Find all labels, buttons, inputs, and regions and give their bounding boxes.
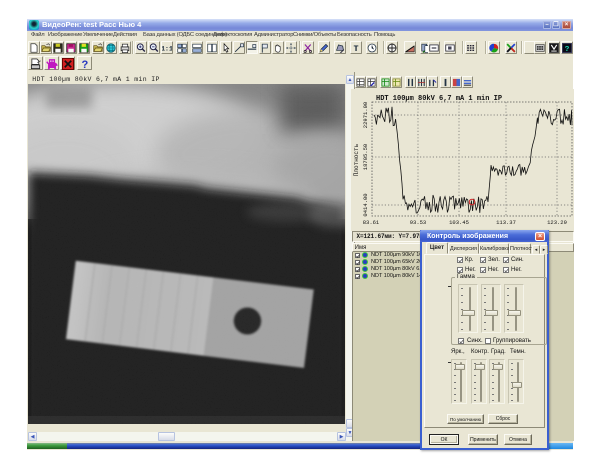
svg-text:103.45: 103.45 xyxy=(449,219,469,226)
svg-text:Плотность: Плотность xyxy=(353,143,360,176)
svg-text:123.29: 123.29 xyxy=(547,219,567,226)
svg-text:T: T xyxy=(353,44,358,53)
svg-text:83.61: 83.61 xyxy=(363,219,380,226)
svg-text:?: ? xyxy=(565,46,570,53)
svg-text:0414.00: 0414.00 xyxy=(362,193,369,216)
svg-text:?: ? xyxy=(81,60,88,70)
svg-text:113.37: 113.37 xyxy=(496,219,516,226)
svg-text:18705.50: 18705.50 xyxy=(362,144,369,170)
svg-text:93.53: 93.53 xyxy=(410,219,427,226)
svg-text:22971.00: 22971.00 xyxy=(362,102,369,128)
svg-text:1:1: 1:1 xyxy=(162,45,172,52)
